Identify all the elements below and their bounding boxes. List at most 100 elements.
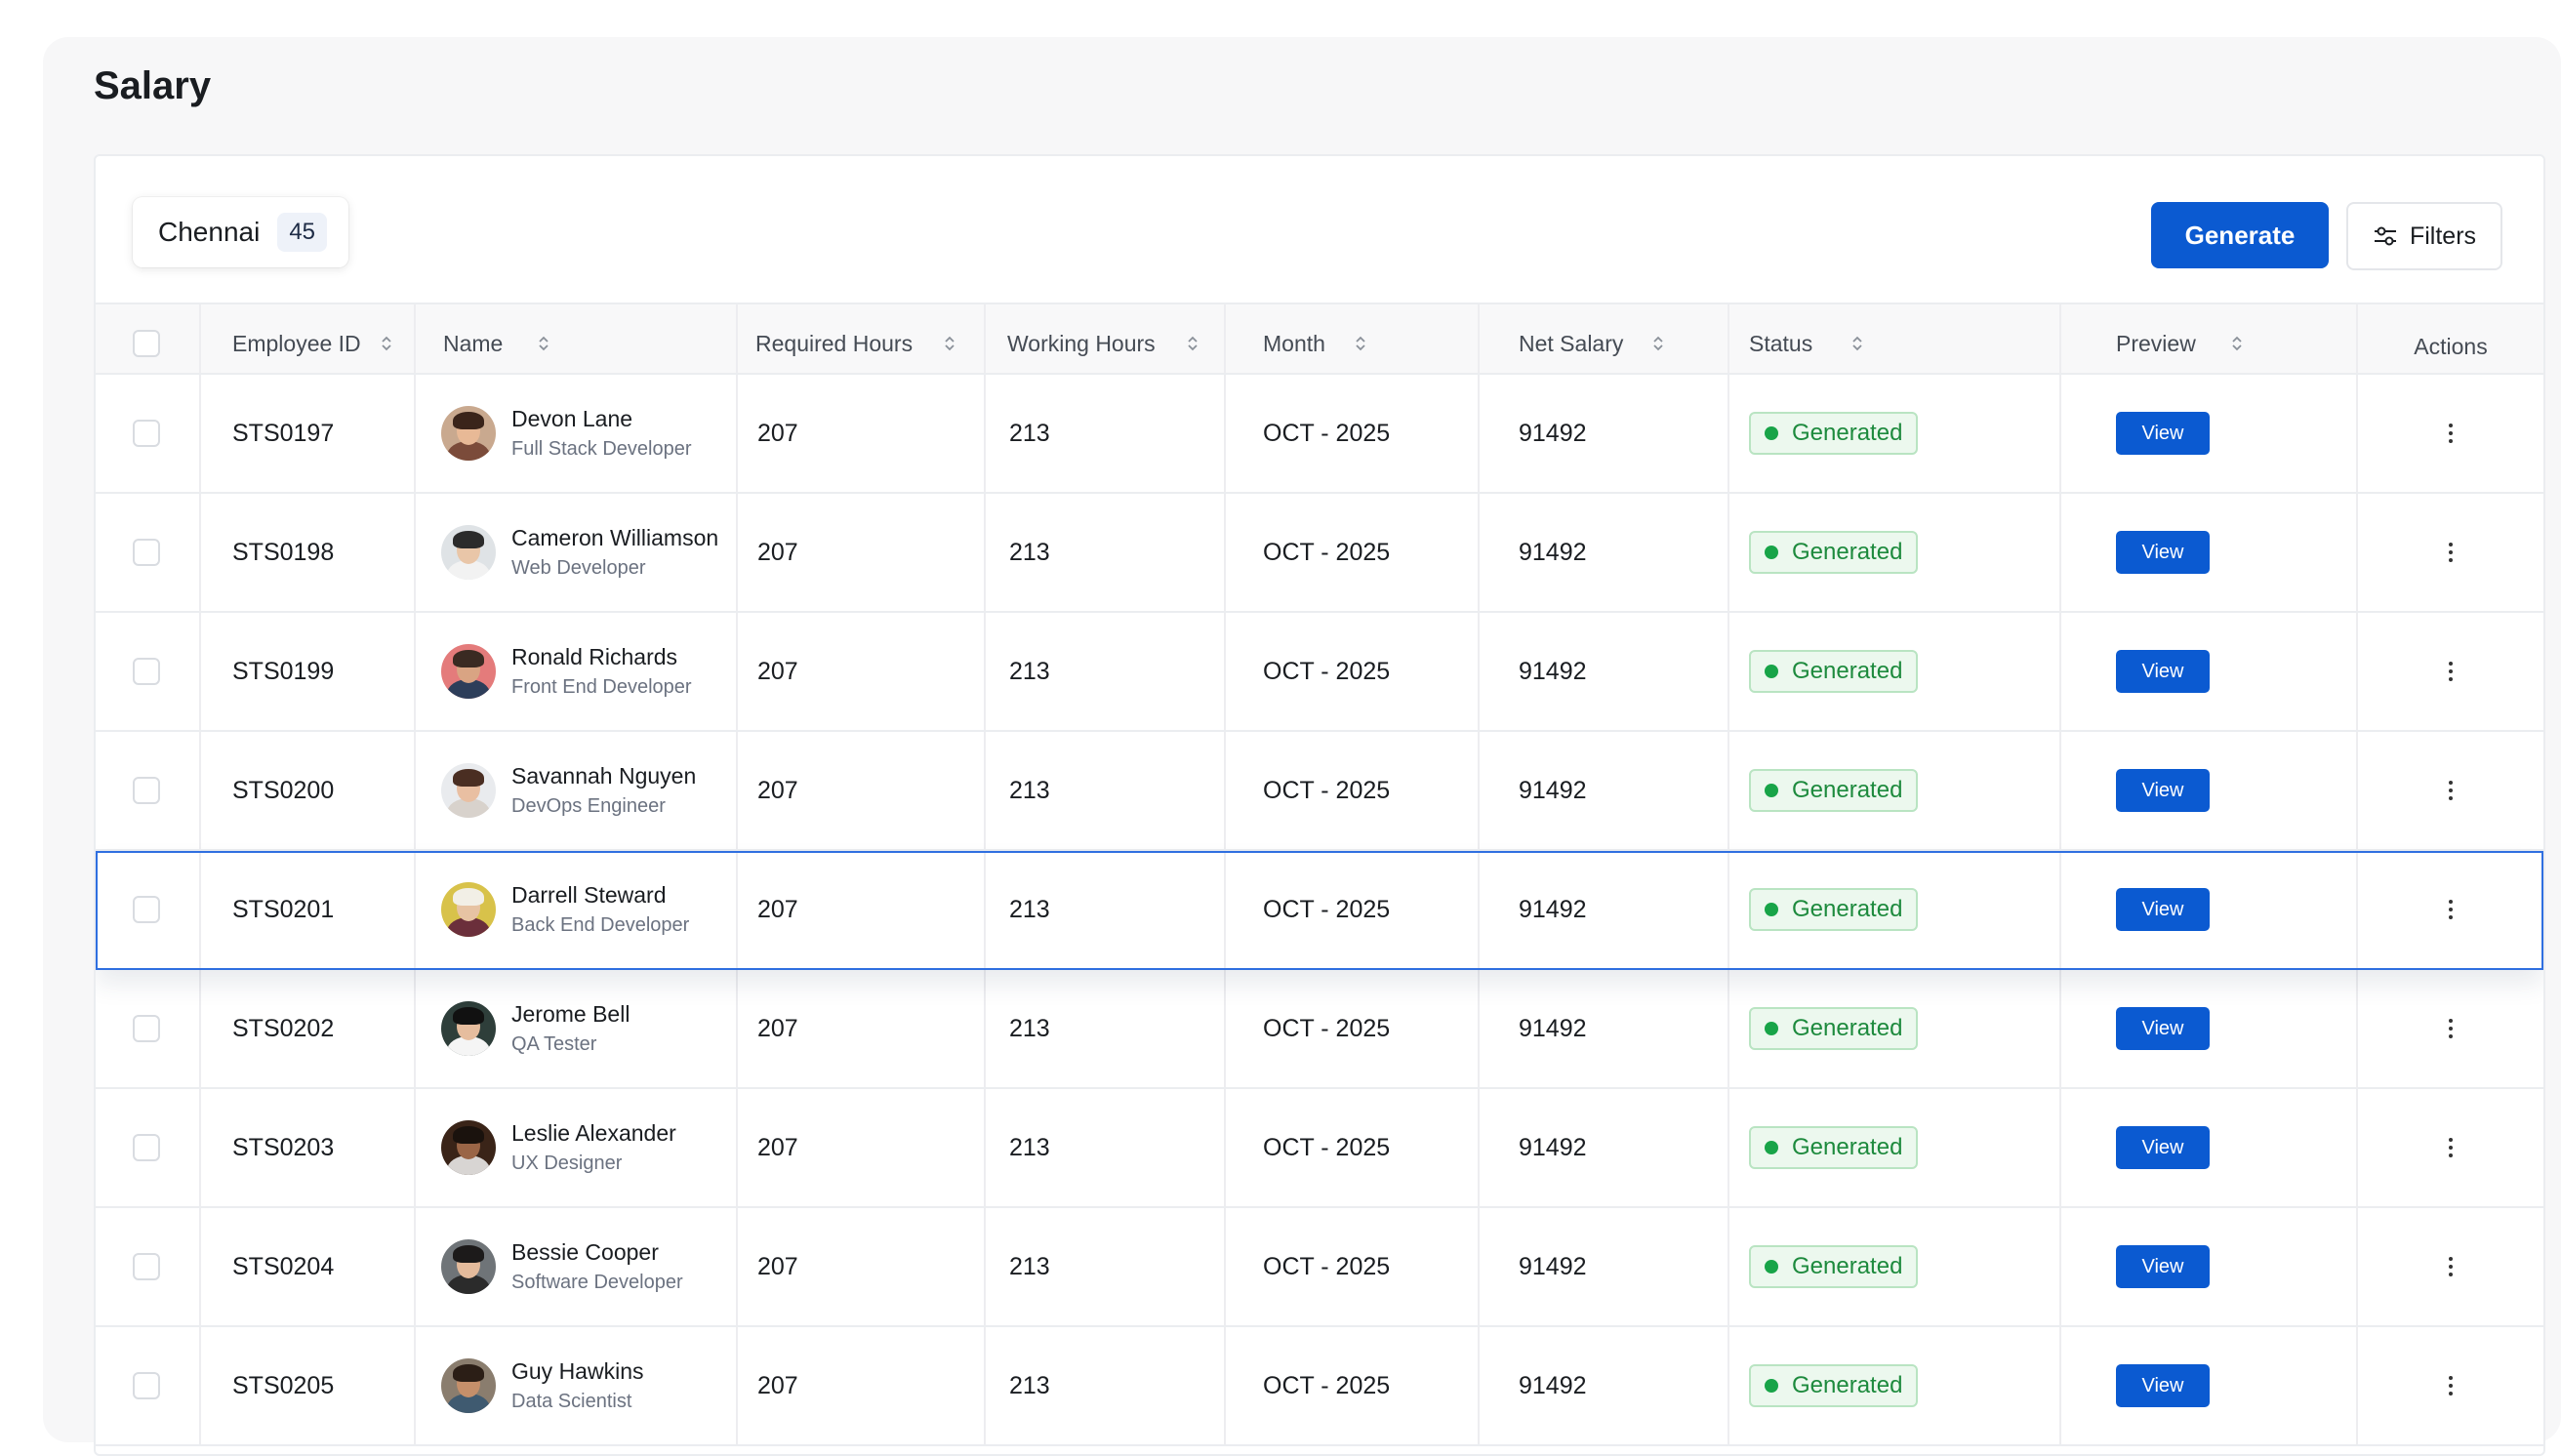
generate-button[interactable]: Generate	[2151, 202, 2329, 268]
more-vertical-icon[interactable]	[2449, 1257, 2453, 1276]
select-all-checkbox[interactable]	[133, 330, 160, 357]
sort-icon[interactable]	[1652, 335, 1664, 352]
table-row[interactable]: STS0199 Ronald Richards Front End Develo…	[96, 613, 2543, 732]
employee-name: Ronald Richards	[511, 644, 678, 669]
required-hours: 207	[738, 1089, 986, 1206]
avatar	[441, 406, 496, 461]
header-working-hours-label: Working Hours	[1007, 330, 1156, 356]
view-button[interactable]: View	[2116, 412, 2210, 455]
row-select-cell	[96, 1089, 201, 1206]
more-vertical-icon[interactable]	[2449, 543, 2453, 562]
sort-icon[interactable]	[538, 335, 549, 352]
view-button[interactable]: View	[2116, 650, 2210, 693]
view-button[interactable]: View	[2116, 1007, 2210, 1050]
required-hours: 207	[738, 1208, 986, 1325]
sort-icon[interactable]	[1355, 335, 1366, 352]
required-hours-text: 207	[757, 538, 798, 566]
working-hours-text: 213	[1009, 1133, 1050, 1161]
view-button[interactable]: View	[2116, 888, 2210, 931]
employee-name: Guy Hawkins	[511, 1358, 644, 1384]
preview-cell: View	[2061, 1089, 2358, 1206]
more-vertical-icon[interactable]	[2449, 781, 2453, 800]
table-row[interactable]: STS0205 Guy Hawkins Data Scientist 207 2…	[96, 1327, 2543, 1446]
row-checkbox[interactable]	[133, 1372, 160, 1399]
row-checkbox[interactable]	[133, 1015, 160, 1042]
sort-icon[interactable]	[1187, 335, 1199, 352]
header-name[interactable]: Name	[416, 304, 738, 373]
header-employee-id[interactable]: Employee ID	[201, 304, 416, 373]
view-button[interactable]: View	[2116, 1126, 2210, 1169]
required-hours: 207	[738, 1327, 986, 1444]
more-vertical-icon[interactable]	[2449, 1376, 2453, 1395]
sort-icon[interactable]	[944, 335, 955, 352]
employee-text: Jerome Bell QA Tester	[511, 1001, 630, 1056]
header-required-hours[interactable]: Required Hours	[738, 304, 986, 373]
view-button[interactable]: View	[2116, 531, 2210, 574]
working-hours: 213	[986, 1089, 1226, 1206]
month-text: OCT - 2025	[1263, 538, 1391, 566]
header-net-salary[interactable]: Net Salary	[1480, 304, 1729, 373]
required-hours-text: 207	[757, 776, 798, 804]
required-hours-text: 207	[757, 1133, 798, 1161]
preview-cell: View	[2061, 732, 2358, 849]
table-row[interactable]: STS0200 Savannah Nguyen DevOps Engineer …	[96, 732, 2543, 851]
header-net-salary-label: Net Salary	[1519, 330, 1624, 356]
row-checkbox[interactable]	[133, 777, 160, 804]
header-status[interactable]: Status	[1729, 304, 2061, 373]
more-vertical-icon[interactable]	[2449, 424, 2453, 443]
working-hours: 213	[986, 613, 1226, 730]
employee-text: Cameron Williamson Web Developer	[511, 525, 718, 580]
table-row[interactable]: STS0201 Darrell Steward Back End Develop…	[96, 851, 2543, 970]
table-row[interactable]: STS0203 Leslie Alexander UX Designer 207…	[96, 1089, 2543, 1208]
status-text: Generated	[1792, 539, 1903, 565]
row-checkbox[interactable]	[133, 420, 160, 447]
employee-name-cell: Savannah Nguyen DevOps Engineer	[416, 732, 738, 849]
table-row[interactable]: STS0198 Cameron Williamson Web Developer…	[96, 494, 2543, 613]
employee-info: Devon Lane Full Stack Developer	[416, 406, 692, 461]
row-checkbox[interactable]	[133, 1134, 160, 1161]
status-badge: Generated	[1749, 1007, 1919, 1050]
employee-id: STS0197	[201, 375, 416, 492]
sort-icon[interactable]	[381, 335, 392, 352]
net-salary-text: 91492	[1519, 776, 1587, 804]
row-select-cell	[96, 494, 201, 611]
view-button[interactable]: View	[2116, 1245, 2210, 1288]
location-tab[interactable]: Chennai 45	[133, 197, 349, 267]
month-text: OCT - 2025	[1263, 1133, 1391, 1161]
row-checkbox[interactable]	[133, 539, 160, 566]
salary-panel: Chennai 45 Generate Filters Employee ID …	[94, 154, 2545, 1456]
month-text: OCT - 2025	[1263, 419, 1391, 447]
sort-icon[interactable]	[1851, 335, 1863, 352]
avatar-hair	[453, 650, 484, 667]
net-salary: 91492	[1480, 613, 1729, 730]
header-working-hours[interactable]: Working Hours	[986, 304, 1226, 373]
month: OCT - 2025	[1226, 1089, 1480, 1206]
employee-info: Darrell Steward Back End Developer	[416, 882, 689, 937]
header-preview[interactable]: Preview	[2061, 304, 2358, 373]
more-vertical-icon[interactable]	[2449, 900, 2453, 919]
net-salary-text: 91492	[1519, 538, 1587, 566]
employee-id: STS0198	[201, 494, 416, 611]
view-button[interactable]: View	[2116, 769, 2210, 812]
sort-icon[interactable]	[2231, 335, 2243, 352]
page-title: Salary	[94, 64, 212, 107]
sliders-icon	[2373, 225, 2398, 247]
employee-name: Bessie Cooper	[511, 1239, 659, 1265]
filters-button[interactable]: Filters	[2346, 202, 2502, 270]
more-vertical-icon[interactable]	[2449, 1019, 2453, 1038]
employee-id: STS0205	[201, 1327, 416, 1444]
table-row[interactable]: STS0202 Jerome Bell QA Tester 207 213 OC…	[96, 970, 2543, 1089]
more-vertical-icon[interactable]	[2449, 1138, 2453, 1157]
row-checkbox[interactable]	[133, 658, 160, 685]
table-row[interactable]: STS0204 Bessie Cooper Software Developer…	[96, 1208, 2543, 1327]
more-vertical-icon[interactable]	[2449, 662, 2453, 681]
header-preview-label: Preview	[2116, 330, 2196, 356]
row-checkbox[interactable]	[133, 1253, 160, 1280]
employee-id-text: STS0201	[232, 895, 335, 923]
header-month[interactable]: Month	[1226, 304, 1480, 373]
net-salary: 91492	[1480, 375, 1729, 492]
view-button[interactable]: View	[2116, 1364, 2210, 1407]
row-checkbox[interactable]	[133, 896, 160, 923]
employee-id-text: STS0204	[232, 1252, 335, 1280]
table-row[interactable]: STS0197 Devon Lane Full Stack Developer …	[96, 375, 2543, 494]
